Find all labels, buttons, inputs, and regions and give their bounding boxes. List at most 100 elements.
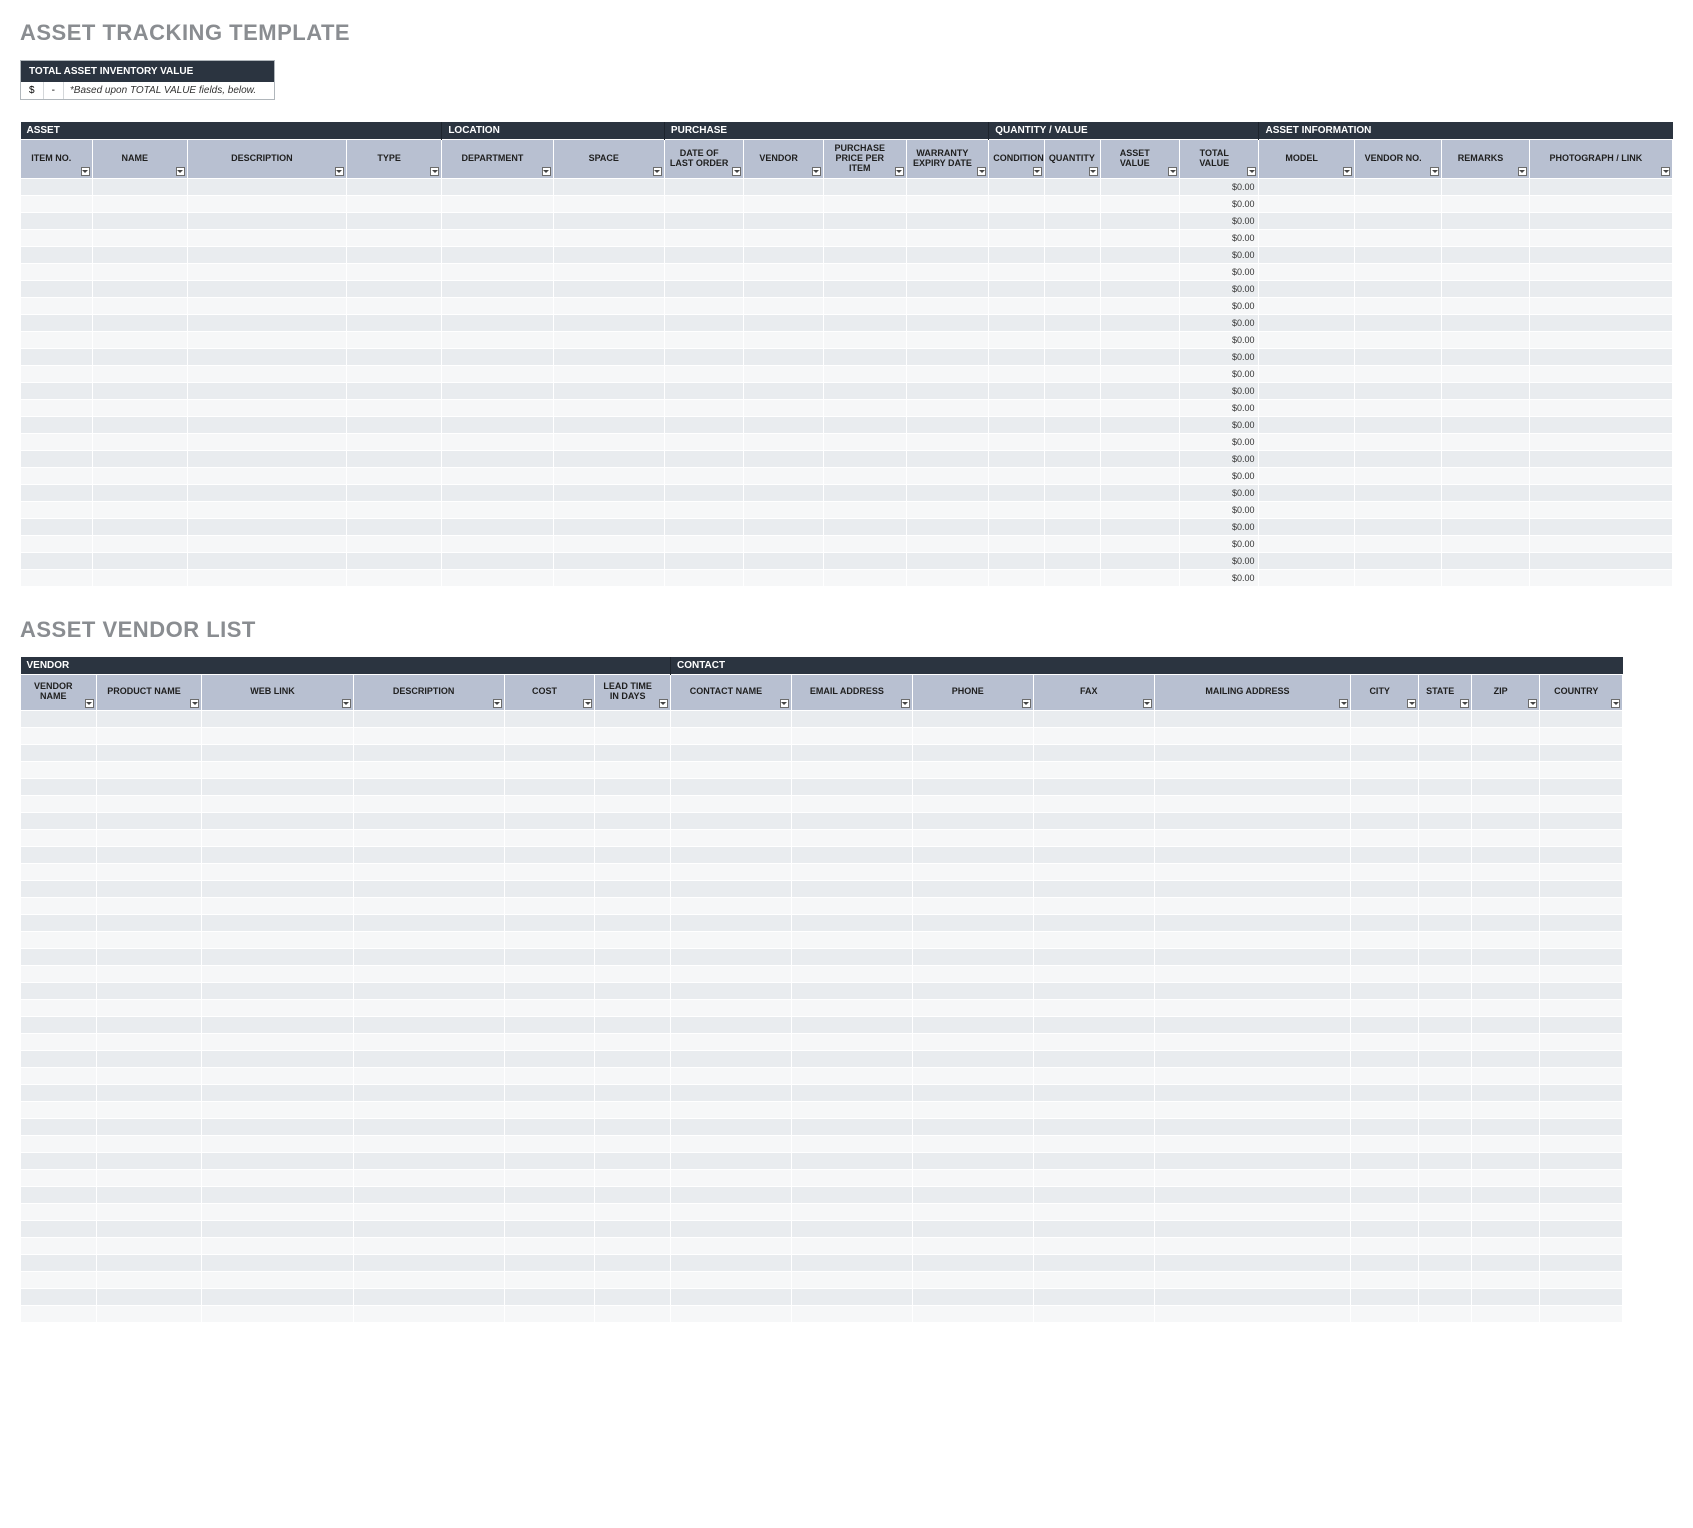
cell[interactable] (1044, 331, 1100, 348)
cell[interactable] (1351, 1135, 1419, 1152)
cell[interactable] (1351, 1220, 1419, 1237)
cell[interactable] (1154, 1186, 1351, 1203)
cell[interactable] (1154, 1203, 1351, 1220)
cell[interactable] (1442, 501, 1529, 518)
filter-dropdown-icon[interactable] (659, 699, 668, 708)
cell[interactable] (96, 778, 202, 795)
cell[interactable] (670, 778, 791, 795)
cell[interactable] (1419, 1254, 1472, 1271)
cell[interactable] (1419, 846, 1472, 863)
cell[interactable] (92, 229, 187, 246)
cell[interactable] (96, 1271, 202, 1288)
cell[interactable] (1419, 1016, 1472, 1033)
cell[interactable] (1472, 1152, 1540, 1169)
cell[interactable] (553, 280, 664, 297)
cell[interactable] (1259, 280, 1354, 297)
filter-dropdown-icon[interactable] (1518, 167, 1527, 176)
cell[interactable] (1540, 1118, 1623, 1135)
cell[interactable] (202, 744, 353, 761)
column-header-fax[interactable]: FAX (1033, 674, 1154, 710)
cell[interactable]: $0.00 (1180, 569, 1259, 586)
cell[interactable] (989, 416, 1045, 433)
column-header-photograph-link[interactable]: PHOTOGRAPH / LINK (1529, 140, 1672, 179)
cell[interactable] (96, 761, 202, 778)
cell[interactable] (202, 982, 353, 999)
cell[interactable] (595, 795, 671, 812)
cell[interactable] (595, 999, 671, 1016)
cell[interactable] (1033, 1271, 1154, 1288)
cell[interactable] (346, 569, 441, 586)
cell[interactable] (791, 1152, 912, 1169)
cell[interactable] (21, 1220, 97, 1237)
cell[interactable] (1442, 178, 1529, 195)
cell[interactable] (670, 880, 791, 897)
cell[interactable] (353, 744, 504, 761)
cell[interactable] (670, 1050, 791, 1067)
cell[interactable] (21, 880, 97, 897)
cell[interactable] (664, 518, 743, 535)
column-header-vendor-no[interactable]: VENDOR NO. (1354, 140, 1441, 179)
cell[interactable] (989, 246, 1045, 263)
filter-dropdown-icon[interactable] (190, 699, 199, 708)
cell[interactable] (664, 552, 743, 569)
cell[interactable] (1154, 1118, 1351, 1135)
cell[interactable] (595, 1050, 671, 1067)
column-header-name[interactable]: NAME (92, 140, 187, 179)
cell[interactable] (202, 761, 353, 778)
cell[interactable] (1354, 535, 1441, 552)
cell[interactable] (595, 931, 671, 948)
cell[interactable] (989, 331, 1045, 348)
cell[interactable] (187, 569, 346, 586)
cell[interactable] (1351, 727, 1419, 744)
cell[interactable] (670, 999, 791, 1016)
cell[interactable] (1154, 778, 1351, 795)
cell[interactable] (912, 1135, 1033, 1152)
cell[interactable] (202, 1152, 353, 1169)
cell[interactable] (791, 727, 912, 744)
cell[interactable] (791, 829, 912, 846)
cell[interactable] (1442, 382, 1529, 399)
cell[interactable] (1354, 229, 1441, 246)
cell[interactable] (1419, 1305, 1472, 1322)
cell[interactable] (1419, 710, 1472, 727)
cell[interactable]: $0.00 (1180, 365, 1259, 382)
cell[interactable] (92, 348, 187, 365)
cell[interactable] (1529, 399, 1672, 416)
cell[interactable] (912, 795, 1033, 812)
cell[interactable] (1540, 948, 1623, 965)
cell[interactable] (202, 1288, 353, 1305)
filter-dropdown-icon[interactable] (1528, 699, 1537, 708)
cell[interactable]: $0.00 (1180, 518, 1259, 535)
cell[interactable] (744, 229, 823, 246)
cell[interactable] (202, 1135, 353, 1152)
cell[interactable] (1033, 931, 1154, 948)
cell[interactable] (1419, 982, 1472, 999)
cell[interactable]: $0.00 (1180, 195, 1259, 212)
cell[interactable] (912, 931, 1033, 948)
cell[interactable] (202, 1169, 353, 1186)
cell[interactable] (353, 1203, 504, 1220)
cell[interactable] (202, 727, 353, 744)
cell[interactable] (504, 1152, 595, 1169)
cell[interactable] (1529, 178, 1672, 195)
cell[interactable] (346, 399, 441, 416)
cell[interactable] (912, 982, 1033, 999)
cell[interactable] (346, 501, 441, 518)
cell[interactable] (595, 1237, 671, 1254)
cell[interactable] (504, 1186, 595, 1203)
filter-dropdown-icon[interactable] (780, 699, 789, 708)
cell[interactable] (595, 1271, 671, 1288)
cell[interactable] (1033, 795, 1154, 812)
cell[interactable] (187, 331, 346, 348)
cell[interactable] (1351, 1033, 1419, 1050)
cell[interactable] (353, 1118, 504, 1135)
cell[interactable] (1259, 195, 1354, 212)
cell[interactable] (989, 518, 1045, 535)
cell[interactable] (912, 846, 1033, 863)
cell[interactable] (1419, 1288, 1472, 1305)
cell[interactable] (1351, 812, 1419, 829)
cell[interactable] (823, 297, 906, 314)
cell[interactable] (744, 552, 823, 569)
cell[interactable] (1259, 484, 1354, 501)
cell[interactable]: $0.00 (1180, 229, 1259, 246)
